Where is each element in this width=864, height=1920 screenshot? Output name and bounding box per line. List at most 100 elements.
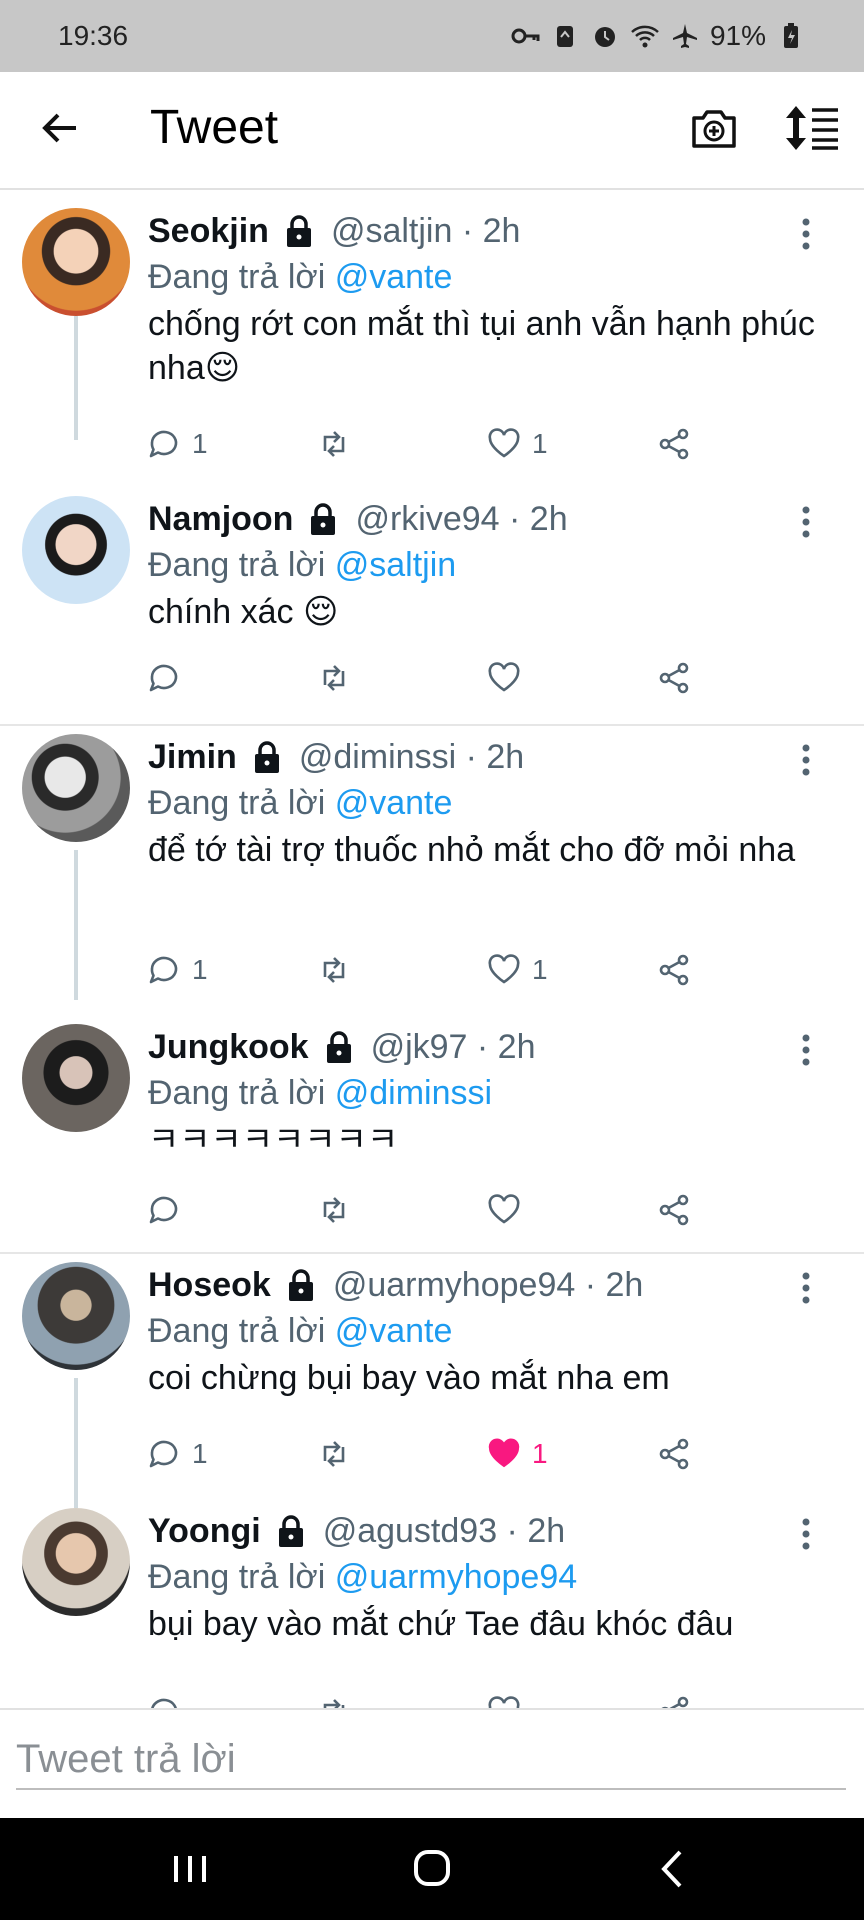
like-button[interactable]: [486, 658, 532, 698]
arrow-left-icon[interactable]: [36, 104, 84, 152]
tweet[interactable]: Seokjin @saltjin · 2h Đang trả lời @vant…: [0, 192, 864, 460]
tweet[interactable]: Namjoon @rkive94 · 2h Đang trả lời @salt…: [0, 482, 864, 710]
reply-button[interactable]: 1: [146, 424, 208, 464]
more-vertical-icon[interactable]: [796, 502, 816, 542]
heart-icon: [488, 1696, 520, 1708]
share-button[interactable]: [656, 1692, 692, 1708]
more-vertical-icon[interactable]: [796, 1268, 816, 1308]
reply-composer: [0, 1708, 864, 1818]
avatar[interactable]: [22, 1508, 130, 1616]
tweet[interactable]: Hoseok @uarmyhope94 · 2h Đang trả lời @v…: [0, 1254, 864, 1508]
thread-connector: [74, 316, 78, 440]
avatar[interactable]: [22, 1262, 130, 1370]
more-vertical-icon[interactable]: [796, 1030, 816, 1070]
display-name[interactable]: Jungkook: [148, 1028, 309, 1067]
recent-apps-icon[interactable]: [160, 1844, 220, 1894]
retweet-button[interactable]: [316, 1190, 362, 1230]
retweet-button[interactable]: [316, 950, 362, 990]
tweet[interactable]: Yoongi @agustd93 · 2h Đang trả lời @uarm…: [0, 1500, 864, 1708]
like-count: 1: [532, 954, 548, 985]
replying-to: Đang trả lời @saltjin: [148, 546, 456, 585]
thread-connector: [74, 1378, 78, 1508]
system-nav-bar: [0, 1818, 864, 1920]
avatar[interactable]: [22, 1024, 130, 1132]
reply-prefix: Đang trả lời: [148, 1558, 326, 1596]
tweet-actions: 1 1: [146, 950, 706, 990]
like-button[interactable]: [486, 1190, 532, 1230]
reply-icon: [149, 1196, 178, 1224]
avatar[interactable]: [22, 734, 130, 842]
tweet-text: bụi bay vào mắt chứ Tae đâu khóc đâu: [148, 1605, 734, 1643]
like-button[interactable]: [486, 1692, 522, 1708]
share-button[interactable]: [656, 424, 692, 464]
display-name[interactable]: Yoongi: [148, 1512, 261, 1551]
retweet-button[interactable]: [316, 658, 362, 698]
mention-link[interactable]: @diminssi: [335, 1074, 492, 1112]
heart-icon: [488, 1194, 520, 1224]
retweet-icon: [323, 1441, 345, 1467]
wifi-icon: [631, 25, 659, 48]
share-button[interactable]: [656, 950, 692, 990]
handle-time: @saltjin · 2h: [330, 212, 521, 250]
recycle-icon: [556, 26, 573, 47]
like-button[interactable]: 1: [486, 950, 548, 990]
reply-button[interactable]: [146, 658, 192, 698]
lock-icon: [278, 1514, 303, 1547]
heart-icon: [488, 954, 520, 984]
tweet[interactable]: Jungkook @jk97 · 2h Đang trả lời @dimins…: [0, 1016, 864, 1242]
handle-time: @rkive94 · 2h: [355, 500, 568, 538]
replying-to: Đang trả lời @diminssi: [148, 1074, 492, 1113]
heart-icon: [488, 662, 520, 692]
reply-icon: [149, 956, 178, 984]
retweet-button[interactable]: [316, 1692, 352, 1708]
reply-button[interactable]: 1: [146, 1434, 208, 1474]
avatar[interactable]: [22, 208, 130, 316]
alarm-icon: [594, 27, 615, 47]
mention-link[interactable]: @uarmyhope94: [335, 1558, 577, 1596]
mention-link[interactable]: @vante: [335, 258, 453, 296]
back-nav-icon[interactable]: [644, 1844, 704, 1894]
like-button[interactable]: 1: [486, 424, 548, 464]
share-button[interactable]: [656, 658, 692, 698]
display-name[interactable]: Namjoon: [148, 500, 293, 539]
mention-link[interactable]: @vante: [335, 784, 453, 822]
tweet-header: Namjoon @rkive94 · 2h: [148, 500, 568, 539]
retweet-button[interactable]: [316, 424, 362, 464]
heart-filled-icon: [488, 1438, 520, 1468]
reply-button[interactable]: [146, 1190, 192, 1230]
reply-count: 1: [192, 1438, 208, 1469]
thread-connector: [74, 850, 78, 1000]
battery-percent: 91%: [709, 20, 766, 51]
mention-link[interactable]: @saltjin: [335, 546, 456, 584]
display-name[interactable]: Hoseok: [148, 1266, 271, 1305]
key-icon: [511, 28, 540, 44]
more-vertical-icon[interactable]: [796, 1514, 816, 1554]
home-icon[interactable]: [402, 1844, 462, 1894]
share-icon: [659, 662, 689, 694]
camera-plus-icon[interactable]: [688, 102, 740, 154]
avatar[interactable]: [22, 496, 130, 604]
display-name[interactable]: Seokjin: [148, 212, 269, 251]
share-button[interactable]: [656, 1190, 692, 1230]
more-vertical-icon[interactable]: [796, 740, 816, 780]
reply-button[interactable]: [146, 1692, 182, 1708]
app-header: Tweet: [0, 72, 864, 190]
sort-icon[interactable]: [784, 102, 840, 154]
display-name[interactable]: Jimin: [148, 738, 237, 777]
mention-link[interactable]: @vante: [335, 1312, 453, 1350]
tweet-text: để tớ tài trợ thuốc nhỏ mắt cho đỡ mỏi n…: [148, 831, 796, 869]
share-button[interactable]: [656, 1434, 692, 1474]
reply-input[interactable]: [16, 1730, 846, 1790]
more-vertical-icon[interactable]: [796, 214, 816, 254]
like-button[interactable]: 1: [486, 1434, 548, 1474]
reply-prefix: Đang trả lời: [148, 784, 326, 822]
reply-prefix: Đang trả lời: [148, 1312, 326, 1350]
reply-prefix: Đang trả lời: [148, 1074, 326, 1112]
tweet-text: coi chừng bụi bay vào mắt nha em: [148, 1359, 670, 1397]
retweet-button[interactable]: [316, 1434, 362, 1474]
tweet-actions: [146, 1190, 706, 1230]
reply-prefix: Đang trả lời: [148, 258, 326, 296]
tweet[interactable]: Jimin @diminssi · 2h Đang trả lời @vante…: [0, 726, 864, 1000]
reply-button[interactable]: 1: [146, 950, 208, 990]
handle-time: @jk97 · 2h: [370, 1028, 536, 1066]
